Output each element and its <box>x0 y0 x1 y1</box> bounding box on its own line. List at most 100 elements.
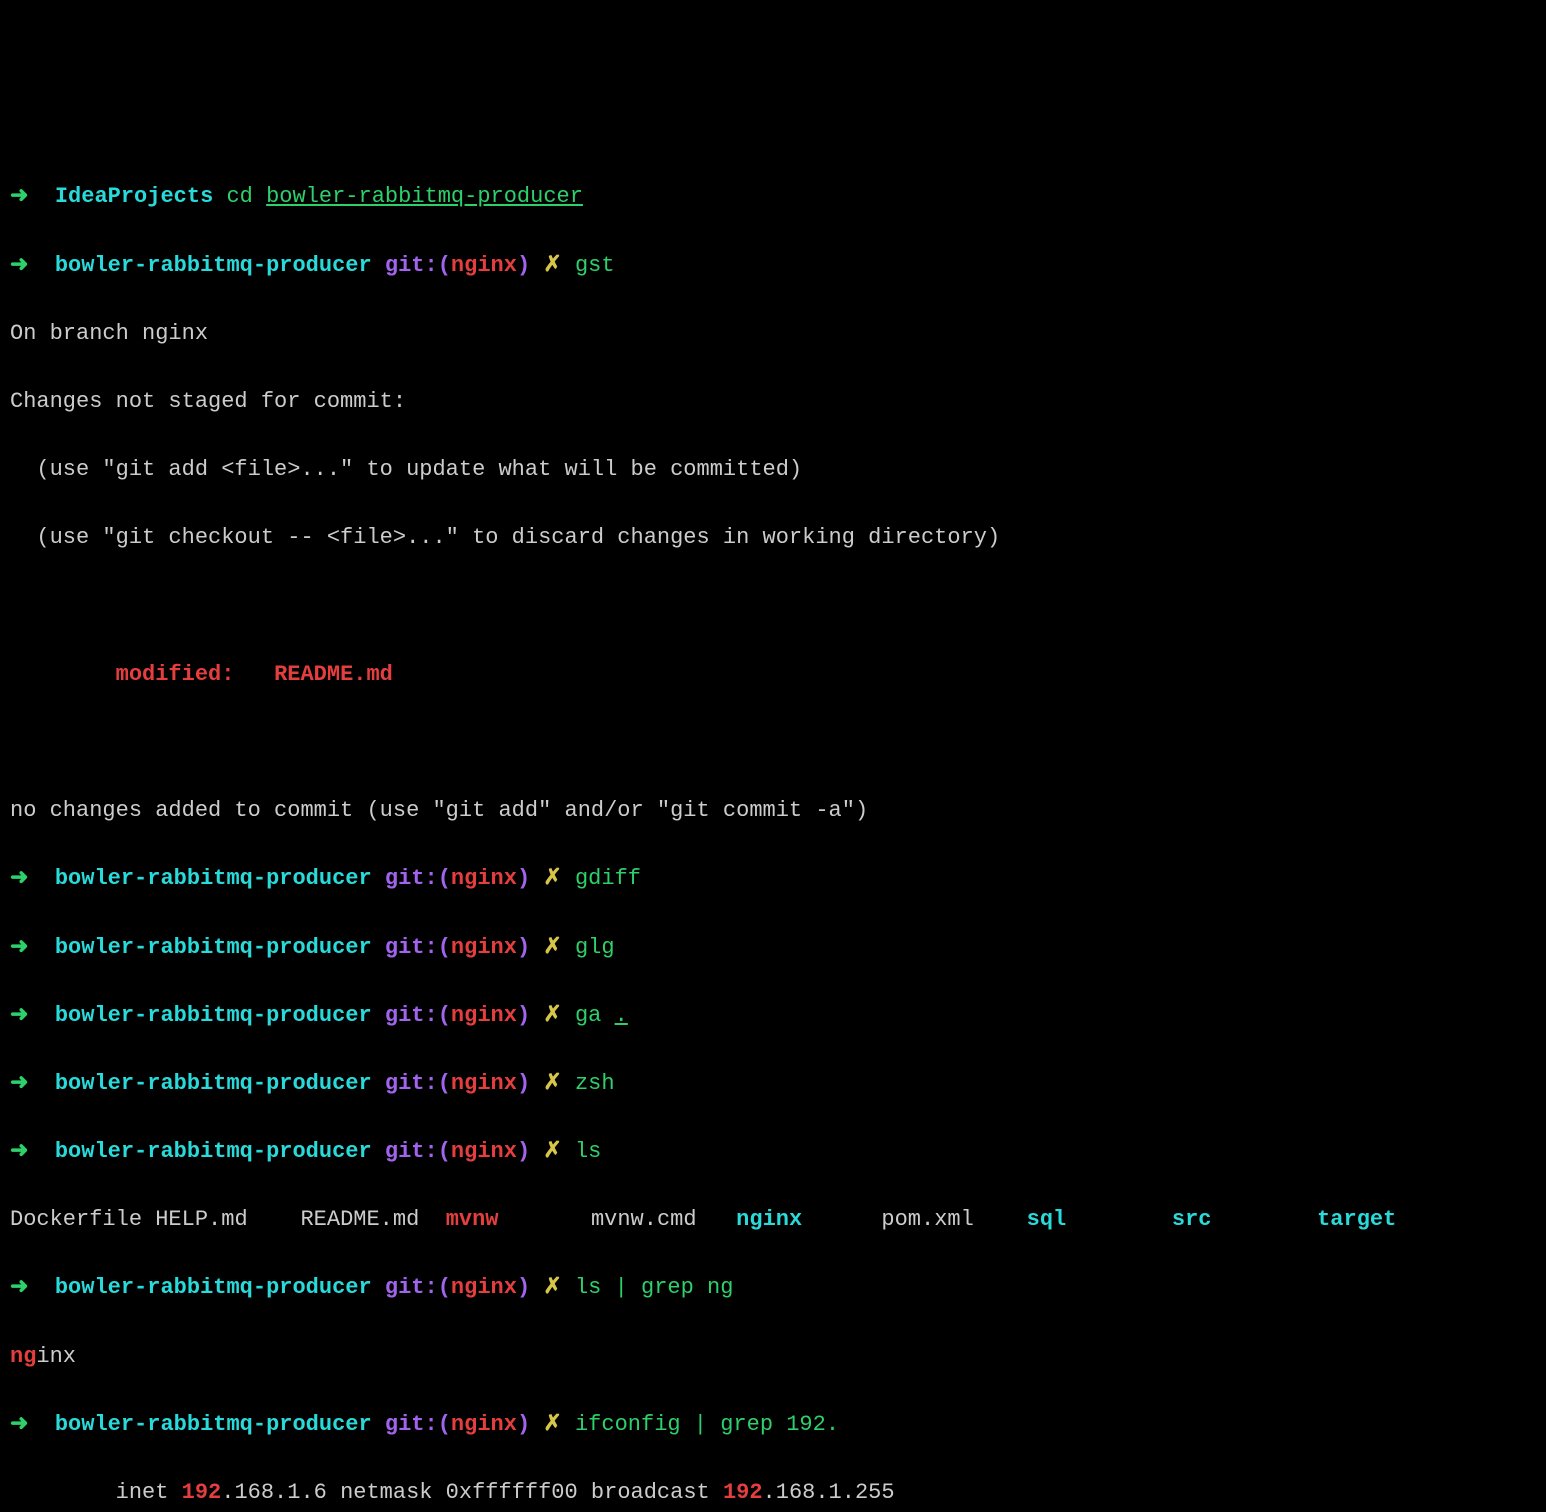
blank-line <box>10 726 1536 760</box>
git-prefix: git:( <box>385 1071 451 1096</box>
dirty-icon: ✗ <box>543 1003 561 1028</box>
bc-text: .168.1.255 <box>763 1480 895 1505</box>
cwd: bowler-rabbitmq-producer <box>55 1071 372 1096</box>
arrow-icon: ➜ <box>10 184 28 209</box>
grep-match: ng <box>10 1344 36 1369</box>
modified-label: modified: <box>116 662 235 687</box>
git-branch: nginx <box>451 1139 517 1164</box>
git-suffix: ) <box>517 253 530 278</box>
cmd-gdiff: gdiff <box>575 866 641 891</box>
cwd: bowler-rabbitmq-producer <box>55 1275 372 1300</box>
dirty-icon: ✗ <box>543 866 561 891</box>
git-suffix: ) <box>517 1139 530 1164</box>
git-branch: nginx <box>451 1071 517 1096</box>
prompt-line: ➜ bowler-rabbitmq-producer git:(nginx) ✗… <box>10 249 1536 283</box>
file: README.md <box>300 1207 419 1232</box>
dirty-icon: ✗ <box>543 1412 561 1437</box>
git-prefix: git:( <box>385 1275 451 1300</box>
arrow-icon: ➜ <box>10 1071 28 1096</box>
prompt-line: ➜ bowler-rabbitmq-producer git:(nginx) ✗… <box>10 999 1536 1033</box>
modified-file: README.md <box>274 662 393 687</box>
output-text: (use "git checkout -- <file>..." to disc… <box>10 521 1536 555</box>
output-text: On branch nginx <box>10 317 1536 351</box>
indent <box>10 1480 116 1505</box>
file: pom.xml <box>881 1207 973 1232</box>
cmd-cd: cd <box>226 184 252 209</box>
output-text: no changes added to commit (use "git add… <box>10 794 1536 828</box>
arrow-icon: ➜ <box>10 935 28 960</box>
git-branch: nginx <box>451 1003 517 1028</box>
ls-output: Dockerfile HELP.md README.md mvnw mvnw.c… <box>10 1203 1536 1237</box>
cmd-glg: glg <box>575 935 615 960</box>
grep-match: 192 <box>182 1480 222 1505</box>
cmd-ifconfig: ifconfig | grep 192. <box>575 1412 839 1437</box>
git-prefix: git:( <box>385 866 451 891</box>
file: mvnw.cmd <box>591 1207 697 1232</box>
prompt-line: ➜ bowler-rabbitmq-producer git:(nginx) ✗… <box>10 1135 1536 1169</box>
arrow-icon: ➜ <box>10 253 28 278</box>
directory: src <box>1172 1207 1212 1232</box>
prompt-line: ➜ bowler-rabbitmq-producer git:(nginx) ✗… <box>10 931 1536 965</box>
output-text: (use "git add <file>..." to update what … <box>10 453 1536 487</box>
prompt-line: ➜ bowler-rabbitmq-producer git:(nginx) ✗… <box>10 1408 1536 1442</box>
arrow-icon: ➜ <box>10 1139 28 1164</box>
prompt-line: ➜ bowler-rabbitmq-producer git:(nginx) ✗… <box>10 862 1536 896</box>
git-prefix: git:( <box>385 1003 451 1028</box>
git-branch: nginx <box>451 1412 517 1437</box>
arrow-icon: ➜ <box>10 866 28 891</box>
git-suffix: ) <box>517 866 530 891</box>
dirty-icon: ✗ <box>543 1139 561 1164</box>
git-branch: nginx <box>451 866 517 891</box>
cwd: bowler-rabbitmq-producer <box>55 253 372 278</box>
cmd-zsh: zsh <box>575 1071 615 1096</box>
git-prefix: git:( <box>385 253 451 278</box>
grep-output: nginx <box>10 1340 1536 1374</box>
arrow-icon: ➜ <box>10 1275 28 1300</box>
git-suffix: ) <box>517 1003 530 1028</box>
modified-line: modified: README.md <box>10 658 1536 692</box>
prompt-line: ➜ bowler-rabbitmq-producer git:(nginx) ✗… <box>10 1271 1536 1305</box>
directory: target <box>1317 1207 1396 1232</box>
prompt-line: ➜ bowler-rabbitmq-producer git:(nginx) ✗… <box>10 1067 1536 1101</box>
grep-rest: inx <box>36 1344 76 1369</box>
arrow-icon: ➜ <box>10 1003 28 1028</box>
terminal[interactable]: ➜ IdeaProjects cd bowler-rabbitmq-produc… <box>10 146 1536 1512</box>
prompt-line: ➜ IdeaProjects cd bowler-rabbitmq-produc… <box>10 180 1536 214</box>
directory: nginx <box>736 1207 802 1232</box>
blank-line <box>10 590 1536 624</box>
dirty-icon: ✗ <box>543 1071 561 1096</box>
cwd: bowler-rabbitmq-producer <box>55 1139 372 1164</box>
executable: mvnw <box>446 1207 499 1232</box>
git-branch: nginx <box>451 935 517 960</box>
inet-label: inet <box>116 1480 182 1505</box>
cwd: bowler-rabbitmq-producer <box>55 935 372 960</box>
grep-match: 192 <box>723 1480 763 1505</box>
cwd: bowler-rabbitmq-producer <box>55 1003 372 1028</box>
git-suffix: ) <box>517 1412 530 1437</box>
git-branch: nginx <box>451 1275 517 1300</box>
git-prefix: git:( <box>385 1412 451 1437</box>
cmd-gst: gst <box>575 253 615 278</box>
cmd-ga: ga <box>575 1003 601 1028</box>
file: HELP.md <box>155 1207 247 1232</box>
git-suffix: ) <box>517 935 530 960</box>
ga-arg: . <box>615 1003 628 1028</box>
cmd-ls-grep: ls | grep ng <box>575 1275 733 1300</box>
git-prefix: git:( <box>385 1139 451 1164</box>
dirty-icon: ✗ <box>543 253 561 278</box>
cwd: bowler-rabbitmq-producer <box>55 866 372 891</box>
cmd-ls: ls <box>575 1139 601 1164</box>
git-suffix: ) <box>517 1275 530 1300</box>
directory: sql <box>1027 1207 1067 1232</box>
cd-target: bowler-rabbitmq-producer <box>266 184 583 209</box>
git-suffix: ) <box>517 1071 530 1096</box>
arrow-icon: ➜ <box>10 1412 28 1437</box>
ifconfig-output: inet 192.168.1.6 netmask 0xffffff00 broa… <box>10 1476 1536 1510</box>
output-text: Changes not staged for commit: <box>10 385 1536 419</box>
cwd: bowler-rabbitmq-producer <box>55 1412 372 1437</box>
cwd: IdeaProjects <box>55 184 213 209</box>
git-branch: nginx <box>451 253 517 278</box>
dirty-icon: ✗ <box>543 1275 561 1300</box>
file: Dockerfile <box>10 1207 142 1232</box>
dirty-icon: ✗ <box>543 935 561 960</box>
